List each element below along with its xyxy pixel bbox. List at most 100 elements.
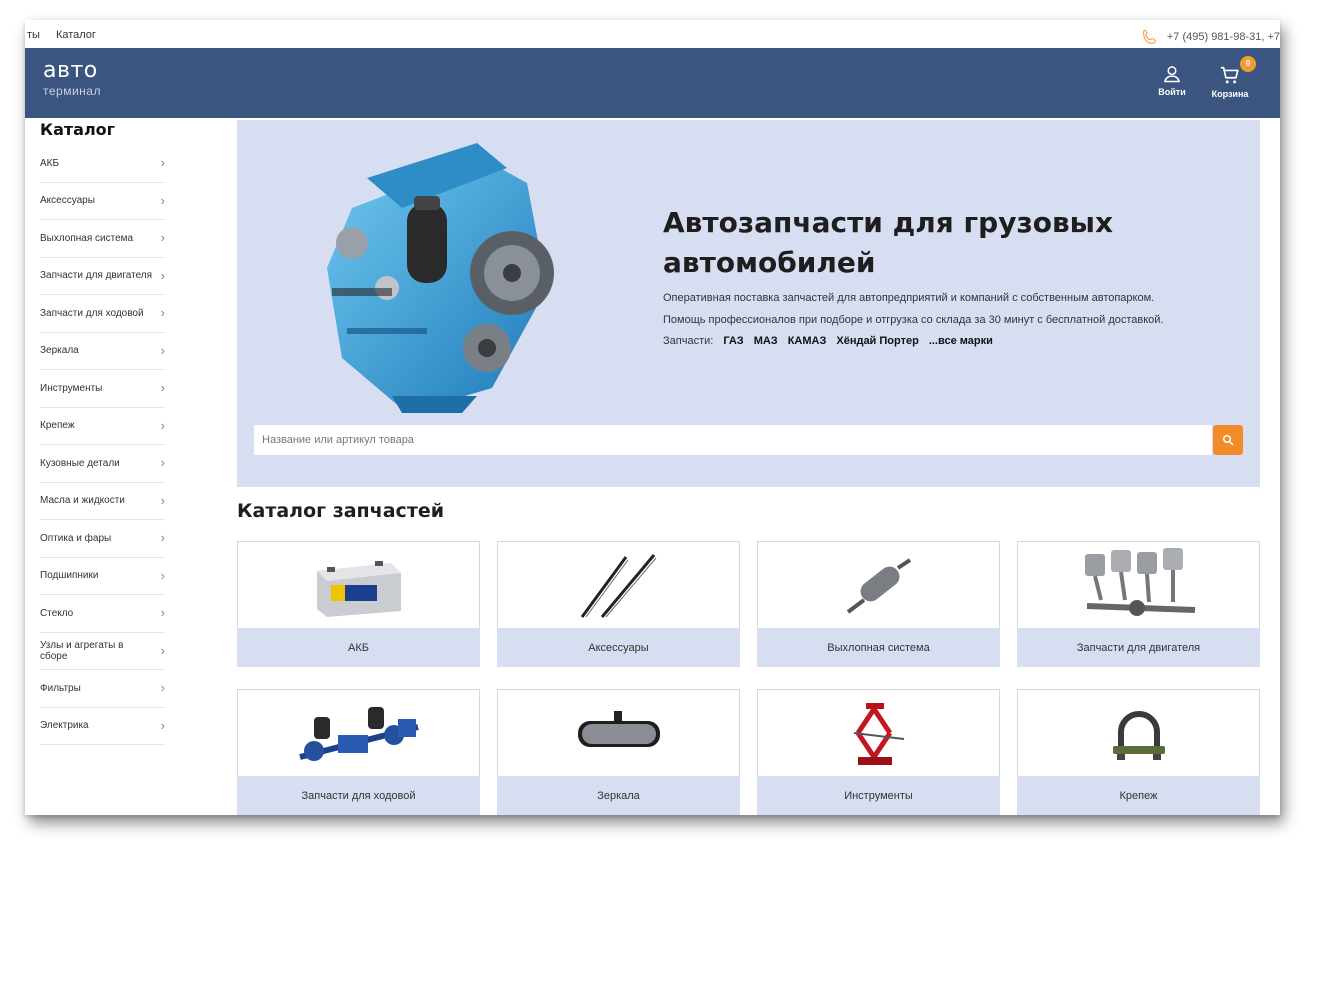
catalog-card-accessories[interactable]: Аксессуары (497, 541, 740, 667)
sidebar-item[interactable]: Зеркала › (40, 333, 165, 370)
hero-title: Автозапчасти для грузовых автомобилей (663, 206, 1114, 279)
cart-label: Корзина (1211, 89, 1249, 99)
catalog-card-exhaust[interactable]: Выхлопная система (757, 541, 1000, 667)
engine-image (327, 143, 554, 413)
sidebar-item[interactable]: Оптика и фары › (40, 520, 165, 558)
sidebar-item[interactable]: Крепеж › (40, 408, 165, 445)
card-label: Крепеж (1017, 776, 1260, 815)
sidebar-item[interactable]: Подшипники › (40, 558, 165, 595)
sidebar-item-label: Крепеж (40, 420, 75, 432)
sidebar-item[interactable]: Масла и жидкости › (40, 483, 165, 520)
sidebar-item-label: Стекло (40, 607, 74, 619)
hero-text-2: Помощь профессионалов при подборе и отгр… (663, 314, 1164, 326)
chevron-right-icon: › (160, 380, 165, 395)
sidebar-item[interactable]: Узлы и агрегаты в сборе › (40, 633, 165, 670)
sidebar-item-label: Запчасти для ходовой (40, 307, 144, 319)
card-label: АКБ (237, 628, 480, 667)
site-logo[interactable]: авто терминал (43, 58, 101, 99)
search-input[interactable] (254, 425, 1212, 455)
catalog-card-fasteners[interactable]: Крепеж (1017, 689, 1260, 815)
sidebar-item-label: Выхлопная система (40, 232, 134, 244)
logo-sub: терминал (43, 84, 101, 98)
sidebar-item-label: Инструменты (40, 382, 103, 394)
card-label: Зеркала (497, 776, 740, 815)
catalog-card-chassis[interactable]: Запчасти для ходовой (237, 689, 480, 815)
search-icon (1223, 435, 1234, 446)
sidebar-item-label: Масла и жидкости (40, 495, 125, 507)
chevron-right-icon: › (160, 605, 165, 620)
brand-links: Запчасти: ГАЗ МАЗ КАМАЗ Хёндай Портер ..… (663, 335, 993, 347)
sidebar-item-label: Фильтры (40, 682, 81, 694)
sidebar-item[interactable]: Фильтры › (40, 670, 165, 708)
brands-label: Запчасти: (663, 335, 714, 347)
chevron-right-icon: › (160, 342, 165, 358)
chevron-right-icon: › (160, 530, 165, 545)
catalog-card-akb[interactable]: АКБ (237, 541, 480, 667)
chevron-right-icon: › (160, 642, 165, 658)
catalog-card-tools[interactable]: Инструменты (757, 689, 1000, 815)
sidebar-item-label: Кузовные детали (40, 457, 120, 469)
sidebar-item[interactable]: Выхлопная система › (40, 220, 165, 258)
login-label: Войти (1158, 87, 1186, 97)
cart-count-badge: 0 (1240, 56, 1256, 72)
top-link-partial[interactable]: ты (27, 29, 40, 41)
catalog-sidebar: Каталог АКБ › Аксессуары › Выхлопная система… (40, 120, 165, 745)
sidebar-item-label: Электрика (40, 720, 89, 732)
search-bar (254, 425, 1243, 455)
login-button[interactable]: Войти (1152, 64, 1192, 97)
muffler-icon (846, 557, 911, 614)
phone-contact[interactable]: +7 (495) 981-98-31, +7 (1141, 28, 1280, 46)
brand-link-hyundai-porter[interactable]: Хёндай Портер (836, 335, 918, 347)
cart-button[interactable]: 0 Корзина (1210, 56, 1256, 99)
car-jack-icon (853, 702, 904, 765)
clamp-icon (1112, 710, 1165, 760)
axle-assembly-icon (298, 706, 419, 761)
top-bar: ты Каталог +7 (495) 981-98-31, +7 (25, 20, 1280, 48)
sidebar-item[interactable]: Запчасти для двигателя › (40, 258, 165, 295)
user-icon (1163, 66, 1181, 83)
sidebar-item-label: Зеркала (40, 345, 79, 357)
sidebar-item-label: Оптика и фары (40, 532, 112, 544)
search-button[interactable] (1213, 425, 1243, 455)
site-header: авто терминал Войти 0 Корзина (25, 48, 1280, 118)
sidebar-item[interactable]: Аксессуары › (40, 183, 165, 220)
brand-link-kamaz[interactable]: КАМАЗ (788, 335, 827, 347)
sidebar-item-label: Узлы и агрегаты в сборе (40, 639, 124, 662)
chevron-right-icon: › (160, 230, 165, 245)
top-link-catalog[interactable]: Каталог (56, 29, 96, 41)
card-label: Выхлопная система (757, 628, 1000, 667)
cart-icon (1220, 66, 1239, 84)
sidebar-item[interactable]: Инструменты › (40, 370, 165, 408)
chevron-right-icon: › (160, 455, 165, 470)
sidebar-item[interactable]: АКБ › (40, 145, 165, 183)
brand-link-gaz[interactable]: ГАЗ (723, 335, 743, 347)
chevron-right-icon: › (160, 717, 165, 733)
chevron-right-icon: › (160, 567, 165, 583)
sidebar-item[interactable]: Кузовные детали › (40, 445, 165, 483)
catalog-grid: АКБ Аксессуары Выхлопная система Запчаст… (237, 541, 1260, 815)
browser-window: ты Каталог +7 (495) 981-98-31, +7 авто т… (25, 20, 1280, 815)
catalog-card-mirrors[interactable]: Зеркала (497, 689, 740, 815)
brand-link-all[interactable]: ...все марки (929, 335, 993, 347)
logo-main: авто (43, 58, 98, 83)
phone-number: +7 (495) 981-98-31, +7 (1166, 31, 1280, 43)
card-label: Аксессуары (497, 628, 740, 667)
sidebar-item-label: АКБ (40, 157, 60, 169)
battery-icon (316, 560, 401, 617)
catalog-card-engine-parts[interactable]: Запчасти для двигателя (1017, 541, 1260, 667)
sidebar-item-label: Подшипники (40, 570, 99, 582)
hero-text-1: Оперативная поставка запчастей для автоп… (663, 292, 1155, 304)
card-label: Запчасти для двигателя (1017, 628, 1260, 667)
phone-icon (1142, 29, 1156, 44)
sidebar-item[interactable]: Запчасти для ходовой › (40, 295, 165, 333)
card-label: Запчасти для ходовой (237, 776, 480, 815)
sidebar-item[interactable]: Стекло › (40, 595, 165, 633)
rearview-mirror-icon (577, 710, 660, 747)
hero-banner: Автозапчасти для грузовых автомобилей Оп… (237, 120, 1260, 487)
sidebar-item[interactable]: Электрика › (40, 708, 165, 745)
sidebar-title: Каталог (40, 120, 116, 139)
brand-link-maz[interactable]: МАЗ (754, 335, 778, 347)
chevron-right-icon: › (160, 492, 165, 508)
chevron-right-icon: › (160, 680, 165, 695)
sidebar-item-label: Запчасти для двигателя (40, 270, 153, 282)
